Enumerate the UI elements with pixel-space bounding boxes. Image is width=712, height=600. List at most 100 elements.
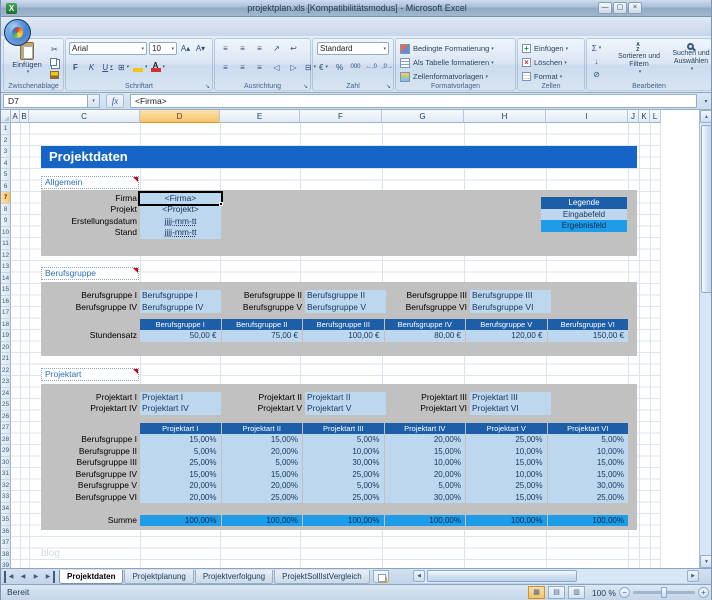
matrix-cell[interactable]: 15,00% (385, 446, 466, 458)
column-header-c[interactable]: C (29, 110, 140, 123)
pair-label[interactable]: Projektart VI (361, 403, 467, 415)
zoom-slider-thumb[interactable] (661, 587, 667, 598)
matrix-cell[interactable]: 25,00% (466, 434, 547, 446)
section-heading-projektart[interactable]: Projektart (41, 368, 139, 381)
vertical-scroll-thumb[interactable] (701, 125, 712, 293)
row-header[interactable]: 7 (1, 192, 11, 204)
column-header-i[interactable]: I (546, 110, 628, 123)
clear-button[interactable]: ⊘ (590, 68, 603, 80)
summe-cell[interactable]: 100,00% (140, 515, 221, 527)
row-header[interactable]: 38 (1, 549, 11, 561)
align-center-button[interactable]: ≡ (236, 61, 249, 73)
sheet-tab-projektverfolgung[interactable]: Projektverfolgung (195, 570, 273, 584)
next-sheet-button[interactable]: ▶ (30, 571, 42, 583)
row-header[interactable]: 3 (1, 146, 11, 158)
column-header-j[interactable]: J (628, 110, 639, 123)
pair-label[interactable]: Berufsgruppe V (196, 302, 302, 314)
column-header-h[interactable]: H (464, 110, 546, 123)
copy-button[interactable] (48, 56, 61, 68)
paste-button[interactable]: Einfügen ▾ (8, 42, 46, 75)
name-box-dropdown[interactable]: ▾ (87, 94, 100, 108)
formula-input[interactable]: <Firma> (130, 94, 697, 108)
row-header[interactable]: 2 (1, 135, 11, 147)
row-header[interactable]: 18 (1, 319, 11, 331)
row-header[interactable]: 32 (1, 480, 11, 492)
table-header-cell[interactable]: Berufsgruppe VI (548, 319, 629, 331)
align-bottom-button[interactable]: ≡ (253, 42, 266, 54)
pair-label[interactable]: Berufsgruppe VI (361, 302, 467, 314)
row-header[interactable]: 29 (1, 445, 11, 457)
previous-sheet-button[interactable]: ◀ (17, 571, 29, 583)
matrix-row-label[interactable]: Berufsgruppe I (31, 434, 137, 446)
matrix-cell[interactable]: 5,00% (303, 434, 384, 446)
matrix-cell[interactable]: 30,00% (548, 480, 629, 492)
column-header-k[interactable]: K (639, 110, 650, 123)
horizontal-scrollbar[interactable]: ◀ ▶ (413, 569, 699, 583)
decrease-decimal-button[interactable]: ,0→ (381, 61, 394, 73)
align-top-button[interactable]: ≡ (219, 42, 232, 54)
matrix-cell[interactable]: 25,00% (466, 480, 547, 492)
matrix-cell[interactable]: 30,00% (385, 492, 466, 504)
pair-label[interactable]: Projektart IV (31, 403, 137, 415)
column-header-f[interactable]: F (300, 110, 382, 123)
matrix-cell[interactable]: 20,00% (385, 434, 466, 446)
thousands-format-button[interactable]: 000 (349, 61, 362, 73)
select-all-corner[interactable] (1, 110, 11, 123)
row-header[interactable]: 14 (1, 273, 11, 285)
row-header[interactable]: 1 (1, 123, 11, 135)
summe-cell[interactable]: 100,00% (222, 515, 303, 527)
minimize-button[interactable]: — (598, 2, 612, 14)
row-header[interactable]: 31 (1, 468, 11, 480)
conditional-formatting-button[interactable]: Bedingte Formatierung▾ (400, 42, 494, 55)
scroll-down-button[interactable]: ▼ (700, 555, 712, 568)
cell-firma-selected[interactable]: <Firma> (140, 193, 221, 205)
row-header[interactable]: 16 (1, 296, 11, 308)
zoom-level[interactable]: 100 % (588, 588, 616, 598)
font-name-select[interactable]: Arial▾ (69, 42, 147, 55)
row-header[interactable]: 5 (1, 169, 11, 181)
insert-cells-button[interactable]: +Einfügen▾ (522, 42, 568, 55)
formula-bar-expand-icon[interactable]: ▾ (701, 98, 711, 105)
decrease-indent-button[interactable]: ◁ (270, 61, 283, 73)
matrix-cell[interactable]: 20,00% (222, 446, 303, 458)
scroll-up-button[interactable]: ▲ (700, 110, 712, 123)
row-header[interactable]: 11 (1, 238, 11, 250)
matrix-row-label[interactable]: Berufsgruppe V (31, 480, 137, 492)
normal-view-button[interactable]: ▦ (528, 586, 545, 599)
fill-handle[interactable] (219, 202, 223, 206)
stundensatz-cell[interactable]: 80,00 € (385, 330, 466, 342)
pair-label[interactable]: Berufsgruppe I (31, 290, 137, 302)
pair-label[interactable]: Projektart V (196, 403, 302, 415)
pair-label[interactable]: Berufsgruppe III (361, 290, 467, 302)
column-header-l[interactable]: L (650, 110, 661, 123)
summe-cell[interactable]: 100,00% (303, 515, 384, 527)
font-color-button[interactable]: A▾ (151, 61, 166, 73)
stundensatz-label[interactable]: Stundensatz (31, 330, 137, 342)
pair-field[interactable]: Projektart VI (470, 403, 551, 415)
matrix-row-label[interactable]: Berufsgruppe III (31, 457, 137, 469)
grow-font-button[interactable]: A▴ (179, 42, 192, 54)
find-select-button[interactable]: Suchen und Auswählen ▾ (669, 43, 712, 72)
matrix-cell[interactable]: 10,00% (385, 457, 466, 469)
row-header[interactable]: 35 (1, 514, 11, 526)
pair-field[interactable]: Projektart III (470, 392, 551, 404)
pair-field[interactable]: Berufsgruppe III (470, 290, 551, 302)
stundensatz-cell[interactable]: 150,00 € (548, 330, 629, 342)
row-header[interactable]: 34 (1, 503, 11, 515)
name-box[interactable]: D7 (3, 94, 87, 108)
matrix-cell[interactable]: 10,00% (466, 446, 547, 458)
section-heading-berufsgruppe[interactable]: Berufsgruppe (41, 267, 139, 280)
matrix-cell[interactable]: 10,00% (466, 469, 547, 481)
field-label-firma[interactable]: Firma (31, 193, 137, 205)
row-header[interactable]: 13 (1, 261, 11, 273)
bold-button[interactable]: F (69, 61, 82, 73)
close-button[interactable]: × (628, 2, 642, 14)
row-header[interactable]: 10 (1, 227, 11, 239)
matrix-cell[interactable]: 15,00% (140, 434, 221, 446)
orientation-button[interactable]: ↗ (270, 42, 283, 54)
delete-cells-button[interactable]: ×Löschen▾ (522, 56, 568, 69)
column-header-e[interactable]: E (220, 110, 300, 123)
legend-eingabefeld[interactable]: Eingabefeld (541, 209, 627, 221)
page-title[interactable]: Projektdaten (41, 146, 637, 168)
matrix-cell[interactable]: 30,00% (303, 457, 384, 469)
